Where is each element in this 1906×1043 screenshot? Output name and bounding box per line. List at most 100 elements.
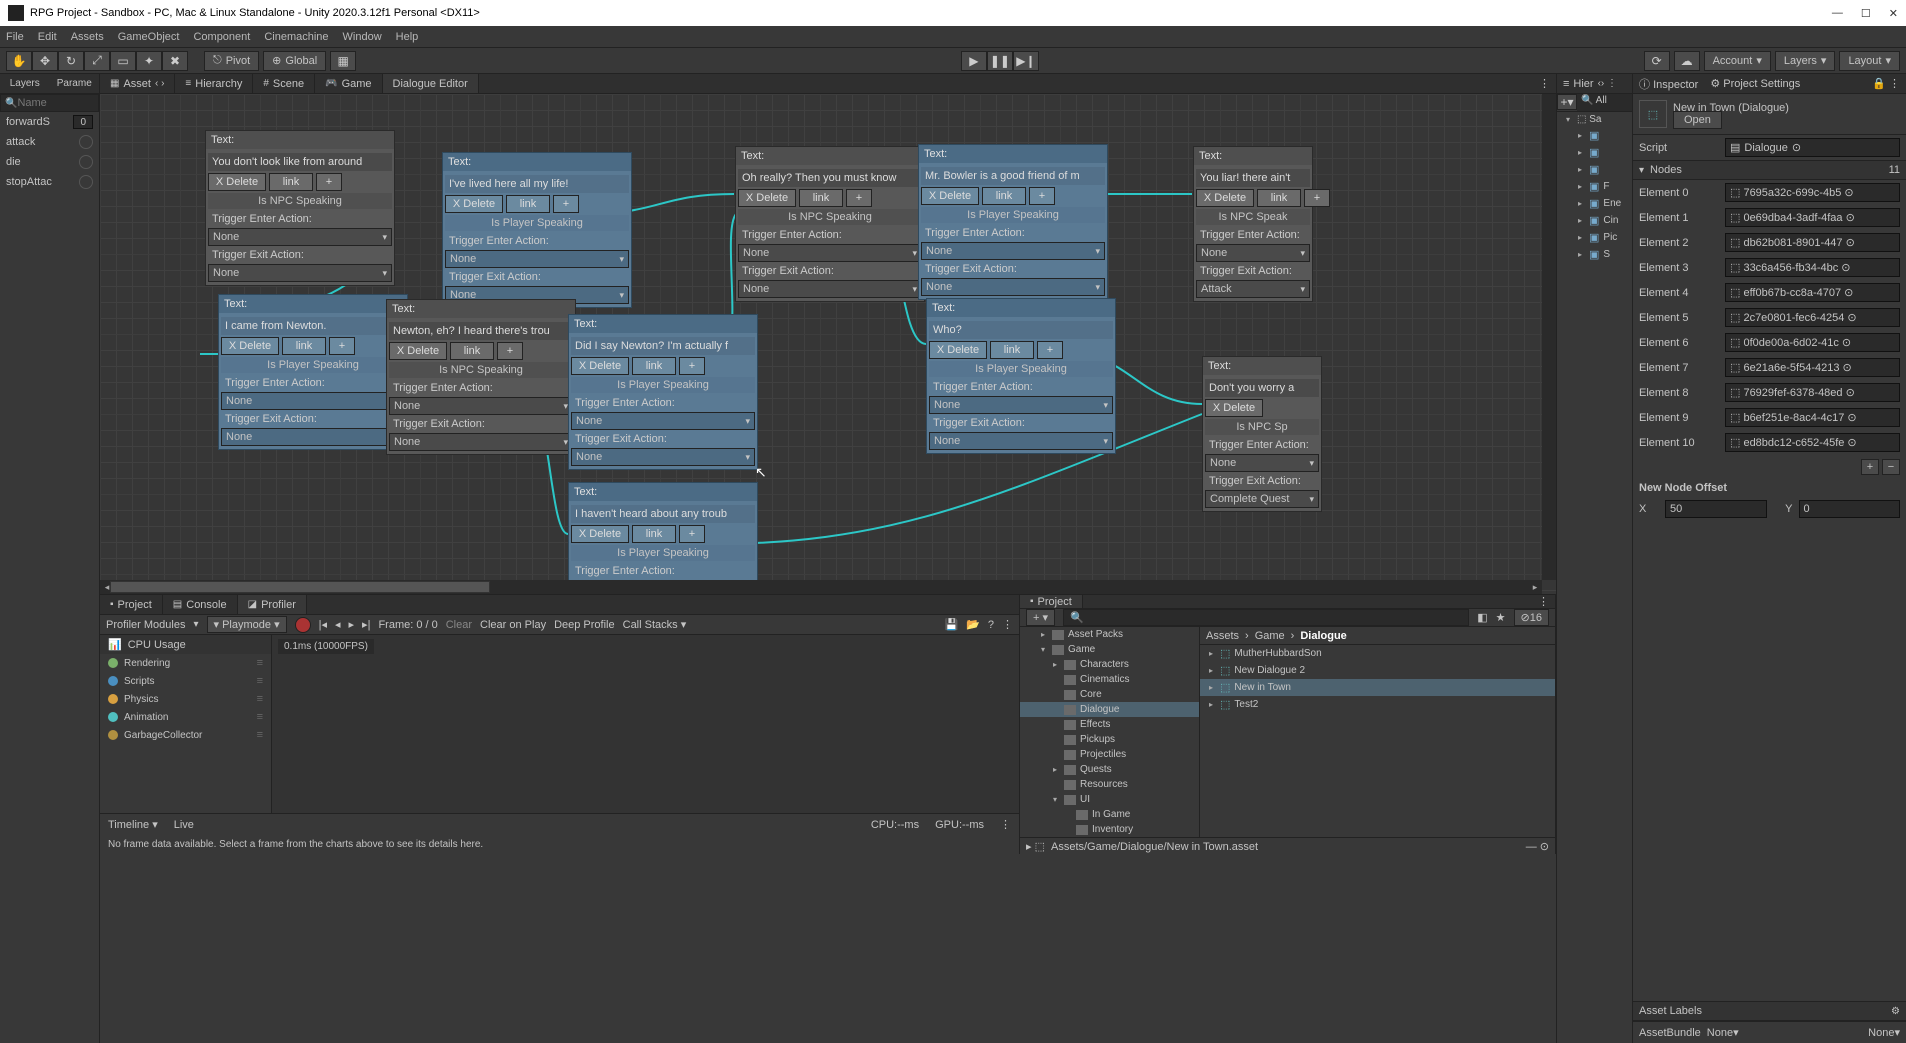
parameters-tab[interactable]: Parame <box>50 74 100 93</box>
add-child-button[interactable]: + <box>497 342 523 360</box>
dialogue-node[interactable]: Text:I haven't heard about any troubX De… <box>568 482 758 594</box>
layers-tab[interactable]: Layers <box>0 74 50 93</box>
link-button[interactable]: link <box>990 341 1034 359</box>
hierarchy-item[interactable]: ▸▣ <box>1557 161 1632 178</box>
playmode-dropdown[interactable]: ▾ Playmode ▾ <box>207 616 287 633</box>
delete-button[interactable]: X Delete <box>929 341 987 359</box>
hierarchy-item[interactable]: ▸▣ Cin <box>1557 212 1632 229</box>
exit-action-dropdown[interactable]: Attack <box>1196 280 1310 298</box>
pivot-toggle[interactable]: ⎋ Pivot <box>204 51 259 71</box>
hierarchy-item[interactable]: ▸▣ F <box>1557 178 1632 195</box>
maximize-icon[interactable]: ☐ <box>1861 7 1871 20</box>
menu-file[interactable]: File <box>6 31 24 43</box>
nodes-section-header[interactable]: ▾ Nodes11 <box>1633 160 1906 180</box>
node-text[interactable]: You liar! there ain't <box>1196 169 1310 187</box>
folder-item[interactable]: ▸Asset Packs <box>1020 627 1199 642</box>
folder-item[interactable]: Pickups <box>1020 732 1199 747</box>
favorite-icon[interactable]: ★ <box>1496 611 1506 624</box>
cloud-icon[interactable]: ☁ <box>1674 51 1700 71</box>
delete-button[interactable]: X Delete <box>221 337 279 355</box>
help-icon[interactable]: ? <box>988 619 994 631</box>
enter-action-dropdown[interactable]: None <box>445 250 629 268</box>
hier-create-icon[interactable]: +▾ <box>1557 94 1577 110</box>
delete-button[interactable]: X Delete <box>1196 189 1254 207</box>
enter-action-dropdown[interactable]: None <box>221 392 405 410</box>
exit-action-dropdown[interactable]: None <box>208 264 392 282</box>
link-button[interactable]: link <box>450 342 494 360</box>
inspector-tab[interactable]: Inspector <box>1653 79 1698 91</box>
crumb-segment[interactable]: Dialogue <box>1300 630 1346 642</box>
rotate-tool-icon[interactable]: ↻ <box>58 51 84 71</box>
hidden-count[interactable]: ⊘16 <box>1514 609 1549 626</box>
hierarchy-item[interactable]: ▸▣ <box>1557 144 1632 161</box>
dialogue-node[interactable]: Text:Newton, eh? I heard there's trouX D… <box>386 299 576 455</box>
load-icon[interactable]: 📂 <box>966 618 980 631</box>
filter-icon[interactable]: ◧ <box>1477 611 1487 624</box>
file-list[interactable]: Assets›Game›Dialogue ▸⬚MutherHubbardSon▸… <box>1200 627 1555 837</box>
add-child-button[interactable]: + <box>679 357 705 375</box>
tab-asset[interactable]: ▦ Asset ‹ › <box>100 74 175 93</box>
tab-dialogue-editor[interactable]: Dialogue Editor <box>383 74 479 93</box>
profiler-item[interactable]: Scripts≡ <box>100 672 271 690</box>
last-frame-icon[interactable]: ▸| <box>362 618 370 631</box>
script-field[interactable]: ▤ Dialogue ⊙ <box>1725 138 1900 157</box>
profiler-chart[interactable]: 0.1ms (10000FPS) <box>272 635 1019 813</box>
timeline-dropdown[interactable]: Timeline ▾ <box>108 818 158 831</box>
node-text[interactable]: I've lived here all my life! <box>445 175 629 193</box>
enter-action-dropdown[interactable]: None <box>571 412 755 430</box>
folder-item[interactable]: Resources <box>1020 777 1199 792</box>
file-item[interactable]: ▸⬚New in Town <box>1200 679 1555 696</box>
hand-tool-icon[interactable]: ✋ <box>6 51 32 71</box>
call-stacks-dropdown[interactable]: Call Stacks ▾ <box>623 618 687 631</box>
project-tab[interactable]: ▪ Project <box>100 595 163 614</box>
node-text[interactable]: Newton, eh? I heard there's trou <box>389 322 573 340</box>
remove-element-button[interactable]: − <box>1882 459 1900 475</box>
folder-item[interactable]: ▾UI <box>1020 792 1199 807</box>
folder-tree[interactable]: ▸Asset Packs▾Game▸CharactersCinematicsCo… <box>1020 627 1200 837</box>
scene-root[interactable]: ▾⬚ Sa <box>1557 112 1632 127</box>
link-button[interactable]: link <box>982 187 1026 205</box>
profiler-item[interactable]: Physics≡ <box>100 690 271 708</box>
enter-action-dropdown[interactable]: None <box>929 396 1113 414</box>
param-attack[interactable]: attack <box>0 132 99 152</box>
dialogue-node[interactable]: Text:Oh really? Then you must knowX Dele… <box>735 146 925 302</box>
exit-action-dropdown[interactable]: Complete Quest <box>1205 490 1319 508</box>
hierarchy-tab[interactable]: Hier <box>1573 78 1593 90</box>
folder-item[interactable]: In Game <box>1020 807 1199 822</box>
folder-item[interactable]: Effects <box>1020 717 1199 732</box>
enter-action-dropdown[interactable]: None <box>389 397 573 415</box>
link-button[interactable]: link <box>1257 189 1301 207</box>
play-button-icon[interactable]: ▶ <box>961 51 987 71</box>
element-row[interactable]: Element 0⬚ 7695a32c-699c-4b5 ⊙ <box>1633 180 1906 205</box>
menu-help[interactable]: Help <box>396 31 419 43</box>
profiler-item[interactable]: Animation≡ <box>100 708 271 726</box>
folder-item[interactable]: Inventory <box>1020 822 1199 837</box>
back-icon[interactable]: ◂ <box>335 618 341 631</box>
step-button-icon[interactable]: ▶❙ <box>1013 51 1039 71</box>
tab-hierarchy[interactable]: ≡ Hierarchy <box>175 74 253 93</box>
profiler-item[interactable]: GarbageCollector≡ <box>100 726 271 744</box>
folder-item[interactable]: Projectiles <box>1020 747 1199 762</box>
add-element-button[interactable]: + <box>1861 459 1879 475</box>
dialogue-node[interactable]: Text:You don't look like from aroundX De… <box>205 130 395 286</box>
transform-tool-icon[interactable]: ✦ <box>136 51 162 71</box>
exit-action-dropdown[interactable]: None <box>571 448 755 466</box>
delete-button[interactable]: X Delete <box>571 525 629 543</box>
dialogue-node[interactable]: Text:Who?X Deletelink+Is Player Speaking… <box>926 298 1116 454</box>
param-search-input[interactable]: 🔍 Name <box>0 94 99 112</box>
pause-button-icon[interactable]: ❚❚ <box>987 51 1013 71</box>
save-icon[interactable]: 💾 <box>944 618 958 631</box>
folder-item[interactable]: Cinematics <box>1020 672 1199 687</box>
menu-assets[interactable]: Assets <box>71 31 104 43</box>
delete-button[interactable]: X Delete <box>445 195 503 213</box>
exit-action-dropdown[interactable]: None <box>389 433 573 451</box>
crumb-segment[interactable]: Game <box>1255 630 1285 642</box>
profiler-item[interactable]: Rendering≡ <box>100 654 271 672</box>
snap-toggle-icon[interactable]: ▦ <box>330 51 356 71</box>
hierarchy-item[interactable]: ▸▣ Ene <box>1557 195 1632 212</box>
dialogue-node[interactable]: Text:I came from Newton.X Deletelink+Is … <box>218 294 408 450</box>
move-tool-icon[interactable]: ✥ <box>32 51 58 71</box>
dialogue-node[interactable]: Text:Did I say Newton? I'm actually fX D… <box>568 314 758 470</box>
add-child-button[interactable]: + <box>329 337 355 355</box>
element-row[interactable]: Element 7⬚ 6e21a6e-5f54-4213 ⊙ <box>1633 355 1906 380</box>
